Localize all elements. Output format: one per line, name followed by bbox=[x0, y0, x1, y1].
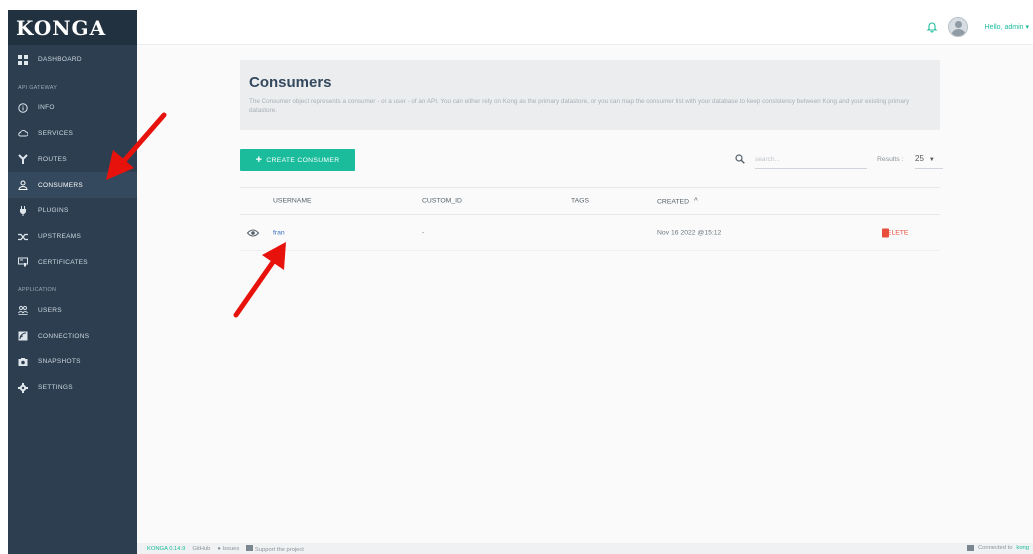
sidebar-item-users[interactable]: USERS bbox=[8, 297, 137, 323]
sidebar-item-label: UPSTREAMS bbox=[38, 233, 82, 241]
dashboard-icon bbox=[18, 54, 28, 65]
sidebar-item-snapshots[interactable]: SNAPSHOTS bbox=[8, 349, 137, 375]
sidebar-item-label: ROUTES bbox=[38, 155, 67, 163]
user-menu[interactable]: Hello, admin ▾ bbox=[985, 23, 1029, 31]
sidebar-item-plugins[interactable]: PLUGINS bbox=[8, 198, 137, 224]
sidebar-item-consumers[interactable]: CONSUMERS bbox=[8, 172, 137, 198]
search-icon bbox=[735, 154, 745, 164]
github-link[interactable]: GitHub bbox=[192, 546, 210, 552]
sidebar-item-label: INFO bbox=[38, 104, 55, 112]
custom-id-cell: - bbox=[422, 229, 425, 236]
results-label: Results : bbox=[877, 156, 904, 163]
sidebar-section-application: APPLICATION bbox=[18, 287, 57, 294]
notifications-bell-icon[interactable] bbox=[926, 21, 938, 33]
top-bar: Hello, admin ▾ bbox=[137, 10, 1033, 45]
certificate-icon bbox=[18, 257, 28, 268]
issues-link[interactable]: ● Issues bbox=[217, 546, 239, 552]
plus-icon: + bbox=[255, 153, 263, 166]
sidebar-item-label: CONSUMERS bbox=[38, 181, 83, 189]
sidebar-item-label: PLUGINS bbox=[38, 207, 69, 215]
consumers-table: USERNAME CUSTOM_ID TAGS CREATED ^ fran - … bbox=[240, 187, 940, 251]
connected-target[interactable]: kong bbox=[1016, 545, 1029, 551]
create-consumer-button[interactable]: + CREATE CONSUMER bbox=[240, 149, 355, 171]
sidebar-item-connections[interactable]: CONNECTIONS bbox=[8, 323, 137, 349]
results-value: 25 bbox=[915, 154, 924, 163]
sidebar-item-label: USERS bbox=[38, 306, 62, 314]
gear-icon bbox=[18, 382, 28, 393]
table-header: USERNAME CUSTOM_ID TAGS CREATED ^ bbox=[240, 187, 940, 215]
app-logo[interactable]: KONGA bbox=[8, 10, 137, 45]
delete-label: DELETE bbox=[882, 229, 909, 236]
sidebar-section-api-gateway: API GATEWAY bbox=[18, 84, 58, 91]
created-cell: Nov 16 2022 @15:12 bbox=[657, 229, 722, 236]
support-label: Support the project bbox=[254, 546, 304, 553]
sidebar-item-label: DASHBOARD bbox=[38, 56, 82, 64]
sort-asc-icon: ^ bbox=[693, 196, 698, 206]
eye-icon[interactable] bbox=[247, 228, 259, 238]
server-icon bbox=[966, 545, 974, 551]
cloud-icon bbox=[18, 128, 28, 138]
page-header: Consumers The Consumer object represents… bbox=[240, 60, 940, 130]
sidebar-item-label: CONNECTIONS bbox=[38, 332, 90, 340]
sidebar-item-certificates[interactable]: CERTIFICATES bbox=[8, 250, 137, 276]
footer: KONGA 0.14.9 GitHub ● Issues Support the… bbox=[137, 543, 1033, 554]
caret-down-icon: ▼ bbox=[928, 157, 935, 163]
support-icon bbox=[246, 544, 254, 551]
column-custom-id[interactable]: CUSTOM_ID bbox=[422, 198, 462, 205]
sidebar-item-upstreams[interactable]: UPSTREAMS bbox=[8, 224, 137, 250]
main-content: Consumers The Consumer object represents… bbox=[137, 45, 1033, 543]
user-icon bbox=[18, 180, 28, 191]
info-icon bbox=[18, 102, 28, 113]
shuffle-icon bbox=[18, 232, 28, 242]
sidebar-item-routes[interactable]: ROUTES bbox=[8, 146, 137, 172]
version-label: KONGA 0.14.9 bbox=[147, 545, 186, 552]
search-input[interactable] bbox=[755, 151, 867, 169]
page-title: Consumers bbox=[249, 74, 332, 91]
sidebar: KONGA DASHBOARD API GATEWAY INFO SERVICE… bbox=[8, 10, 137, 554]
sidebar-item-settings[interactable]: SETTINGS bbox=[8, 375, 137, 401]
page-description: The Consumer object represents a consume… bbox=[249, 98, 910, 114]
sidebar-item-label: CERTIFICATES bbox=[38, 258, 88, 266]
sidebar-item-label: SERVICES bbox=[38, 129, 74, 137]
support-link[interactable]: Support the project bbox=[246, 544, 304, 553]
connections-icon bbox=[18, 331, 28, 341]
camera-icon bbox=[18, 357, 28, 367]
column-created[interactable]: CREATED ^ bbox=[657, 197, 698, 206]
column-username[interactable]: USERNAME bbox=[273, 198, 312, 205]
create-consumer-label: CREATE CONSUMER bbox=[266, 156, 340, 164]
users-icon bbox=[18, 305, 28, 316]
issues-label: Issues bbox=[222, 545, 240, 552]
connected-label: Connected to bbox=[977, 545, 1013, 551]
sidebar-item-info[interactable]: INFO bbox=[8, 95, 137, 121]
sidebar-item-services[interactable]: SERVICES bbox=[8, 121, 137, 147]
sidebar-item-label: SNAPSHOTS bbox=[38, 358, 81, 366]
column-created-label: CREATED bbox=[657, 198, 689, 206]
plug-icon bbox=[18, 205, 28, 216]
username-link[interactable]: fran bbox=[273, 229, 285, 236]
sidebar-item-label: SETTINGS bbox=[38, 384, 73, 392]
sidebar-item-dashboard[interactable]: DASHBOARD bbox=[8, 47, 137, 73]
results-per-page-select[interactable]: 25 ▼ bbox=[915, 151, 943, 169]
table-row: fran - Nov 16 2022 @15:12 DELETE bbox=[240, 215, 940, 251]
avatar[interactable] bbox=[948, 17, 968, 37]
connection-status: Connected to kong bbox=[966, 545, 1029, 551]
column-tags[interactable]: TAGS bbox=[571, 198, 589, 205]
routes-icon bbox=[18, 154, 28, 165]
